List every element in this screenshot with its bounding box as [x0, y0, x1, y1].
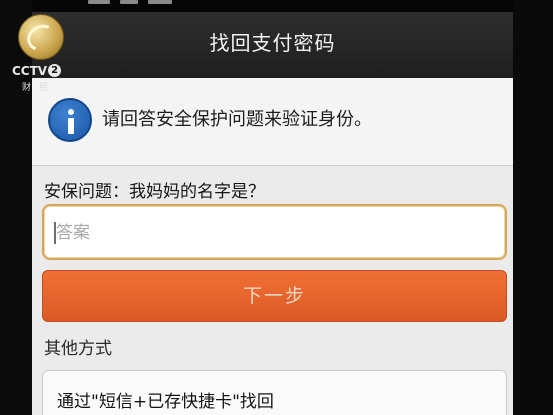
tv-bezel-top: [0, 0, 553, 12]
phone-screen: 找回支付密码 请回答安全保护问题来验证身份。 安保问题：我妈妈的名字是？ 下一步…: [32, 12, 513, 415]
answer-input[interactable]: [56, 216, 496, 250]
next-step-button[interactable]: 下一步: [42, 270, 507, 322]
info-banner-text: 请回答安全保护问题来验证身份。: [102, 109, 372, 130]
answer-field[interactable]: [42, 204, 507, 260]
security-question-label: 安保问题：我妈妈的名字是？: [44, 182, 265, 202]
channel-subtitle: 财经: [22, 83, 57, 93]
info-banner: 请回答安全保护问题来验证身份。: [32, 78, 513, 166]
option-label: 通过"短信+已存快捷卡"找回: [57, 392, 274, 412]
tv-bezel-right: [513, 0, 553, 415]
cctv-globe-icon: [18, 14, 64, 60]
info-icon: [48, 98, 92, 142]
channel-name: CCTV: [12, 64, 48, 78]
status-bar: [88, 0, 198, 6]
cctv-logo-icon: CCTV 2 财经: [12, 14, 72, 93]
channel-number: 2: [48, 64, 62, 77]
sms-card-recovery-option[interactable]: 通过"短信+已存快捷卡"找回: [42, 370, 507, 415]
content-area: 请回答安全保护问题来验证身份。 安保问题：我妈妈的名字是？ 下一步 其他方式 通…: [32, 78, 513, 415]
other-methods-label: 其他方式: [44, 339, 112, 359]
page-title: 找回支付密码: [32, 12, 513, 78]
